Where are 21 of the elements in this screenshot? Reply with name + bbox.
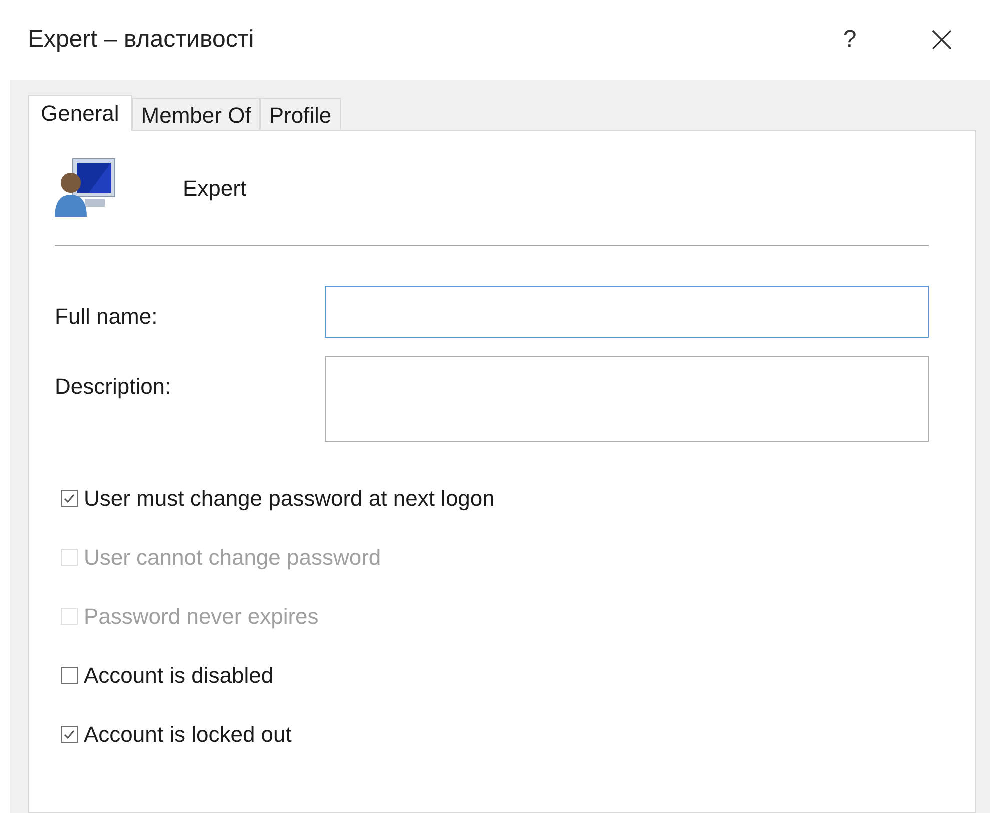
checkbox[interactable] [61, 726, 78, 743]
checkbox[interactable] [61, 490, 78, 507]
tab[interactable]: Member Of [132, 98, 260, 130]
user-name: Expert [183, 174, 247, 203]
checkbox[interactable] [61, 667, 78, 684]
full-name-field[interactable] [325, 286, 929, 338]
checkbox-label: Password never expires [84, 603, 319, 631]
check-icon [63, 492, 76, 505]
tab[interactable]: Profile [260, 98, 341, 130]
field-label: Full name: [55, 303, 159, 331]
checkbox-label: User cannot change password [84, 544, 382, 572]
description-field[interactable] [325, 356, 929, 442]
checkbox-label: Account is disabled [84, 662, 274, 690]
close-icon [931, 29, 953, 51]
window-title: Expert – властивості [28, 25, 256, 55]
checkbox-label: Account is locked out [84, 721, 292, 749]
field-label: Description: [55, 373, 172, 401]
check-icon [63, 728, 76, 741]
help-button[interactable]: ? [830, 22, 870, 58]
checkbox-label: User must change password at next logon [84, 485, 495, 513]
tab[interactable]: General [28, 95, 132, 131]
